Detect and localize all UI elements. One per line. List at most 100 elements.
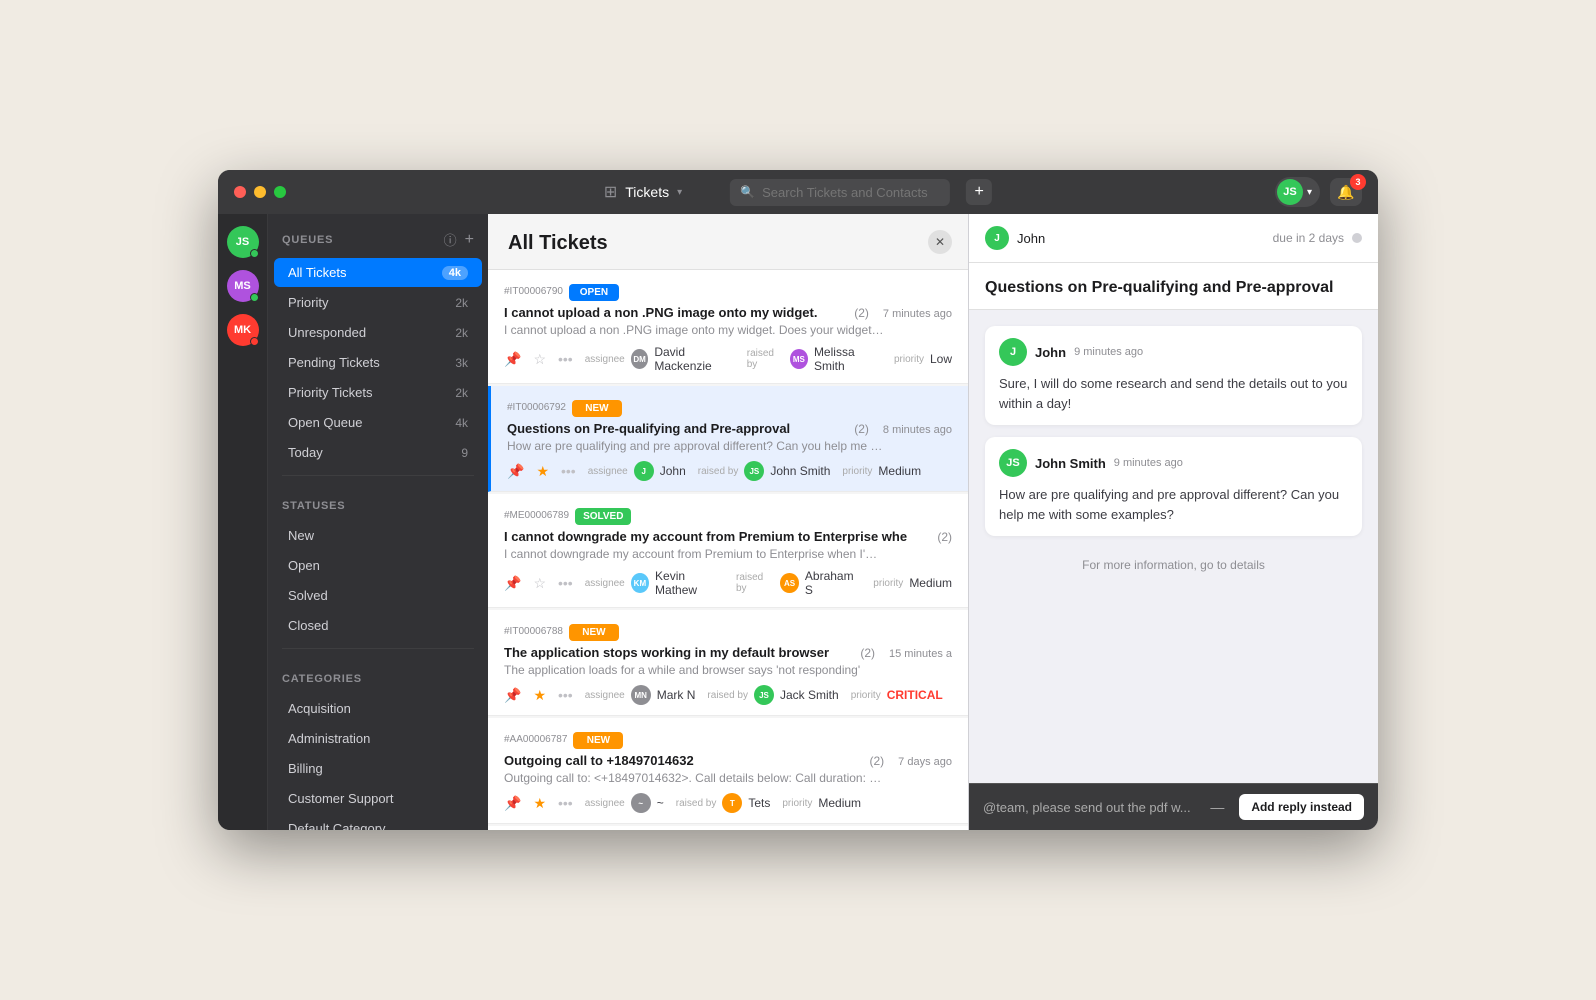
sidebar-item-billing[interactable]: Billing <box>274 754 482 783</box>
titlebar-center: ⊞ Tickets ▾ 🔍 + <box>604 179 992 206</box>
pin-button[interactable]: 📌 <box>504 575 521 592</box>
raised-meta: raised by T Tets <box>676 793 771 813</box>
sidebar-item-priority-tickets[interactable]: Priority Tickets 2k <box>274 378 482 407</box>
message-time: 9 minutes ago <box>1074 346 1143 358</box>
categories-label: CATEGORIES <box>282 673 362 685</box>
raised-meta: raised by JS Jack Smith <box>707 685 838 705</box>
priority-value: Medium <box>818 796 861 810</box>
sidebar-item-default-category[interactable]: Default Category <box>274 814 482 830</box>
sidebar-item-solved[interactable]: Solved <box>274 581 482 610</box>
reply-input[interactable]: @team, please send out the pdf w... <box>983 800 1195 815</box>
star-button[interactable]: ★ <box>536 463 549 480</box>
agent-avatar-js[interactable]: JS <box>227 226 259 258</box>
ticket-subject-row: Outgoing call to +18497014632 (2) 7 days… <box>504 753 952 768</box>
ticket-subject-row: The application stops working in my defa… <box>504 645 952 660</box>
ticket-card[interactable]: #IT00006788 NEW The application stops wo… <box>488 610 968 716</box>
agent-avatar-mk[interactable]: MK <box>227 314 259 346</box>
traffic-lights <box>234 186 286 198</box>
conversation-body: J John 9 minutes ago Sure, I will do som… <box>969 310 1378 783</box>
more-info-text: For more information, go to details <box>1082 558 1265 572</box>
sidebar-item-unresponded[interactable]: Unresponded 2k <box>274 318 482 347</box>
priority-value-critical: CRITICAL <box>887 688 943 702</box>
sidebar-item-pending[interactable]: Pending Tickets 3k <box>274 348 482 377</box>
star-button[interactable]: ☆ <box>533 351 546 368</box>
user-avatar-btn[interactable]: JS ▾ <box>1275 177 1320 207</box>
maximize-button[interactable] <box>274 186 286 198</box>
priority-meta: priority Medium <box>873 576 952 590</box>
ticket-content: Questions on Pre-qualifying and Pre-appr… <box>507 421 952 453</box>
add-reply-button[interactable]: Add reply instead <box>1239 794 1364 820</box>
more-button[interactable]: ••• <box>558 351 573 367</box>
raised-label: raised by <box>707 690 748 701</box>
ticket-subject-row: I cannot downgrade my account from Premi… <box>504 529 952 544</box>
queues-section-header: QUEUES ⓘ + <box>268 214 488 257</box>
raised-meta: raised by AS Abraham S <box>736 569 861 597</box>
raised-name: Melissa Smith <box>814 345 882 373</box>
sidebar-item-open[interactable]: Open <box>274 551 482 580</box>
due-container: due in 2 days <box>1273 231 1362 245</box>
ticket-meta: 📌 ☆ ••• assignee DM David Mackenzie rais… <box>504 345 952 373</box>
more-button[interactable]: ••• <box>558 575 573 591</box>
statuses-label: STATUSES <box>282 500 345 512</box>
priority-meta: priority Medium <box>782 796 861 810</box>
ticket-id: #IT00006788 <box>504 626 563 637</box>
more-button[interactable]: ••• <box>558 795 573 811</box>
assignee-avatar: MN <box>631 685 651 705</box>
ticket-card[interactable]: #IT00006790 OPEN I cannot upload a non .… <box>488 270 968 384</box>
sidebar-item-customer-support[interactable]: Customer Support <box>274 784 482 813</box>
sidebar-item-priority[interactable]: Priority 2k <box>274 288 482 317</box>
more-button[interactable]: ••• <box>558 687 573 703</box>
assignee-meta: assignee J John <box>588 461 686 481</box>
add-button[interactable]: + <box>966 179 992 205</box>
pin-button[interactable]: 📌 <box>504 351 521 368</box>
ticket-status-badge: SOLVED <box>575 508 631 525</box>
sidebar-item-acquisition[interactable]: Acquisition <box>274 694 482 723</box>
sidebar-item-all-tickets[interactable]: All Tickets 4k <box>274 258 482 287</box>
raised-meta: raised by MS Melissa Smith <box>747 345 882 373</box>
ticket-meta: 📌 ☆ ••• assignee KM Kevin Mathew raised … <box>504 569 952 597</box>
raised-label: raised by <box>736 572 774 594</box>
message-text: How are pre qualifying and pre approval … <box>999 485 1348 524</box>
star-button[interactable]: ★ <box>533 687 546 704</box>
message-avatar: JS <box>999 449 1027 477</box>
pin-button[interactable]: 📌 <box>504 687 521 704</box>
new-status-label: New <box>288 528 314 543</box>
ticket-status-badge: OPEN <box>569 284 619 301</box>
sidebar-item-closed[interactable]: Closed <box>274 611 482 640</box>
raised-name: Abraham S <box>805 569 861 597</box>
all-tickets-badge: 4k <box>442 266 468 280</box>
minimize-reply-button[interactable]: — <box>1205 795 1229 819</box>
add-queue-button[interactable]: + <box>465 231 474 249</box>
ticket-meta: 📌 ★ ••• assignee J John raised by JS Joh… <box>507 461 952 481</box>
sidebar-item-today[interactable]: Today 9 <box>274 438 482 467</box>
notifications-button[interactable]: 🔔 3 <box>1330 178 1362 206</box>
priority-label: priority <box>894 354 924 365</box>
star-button[interactable]: ★ <box>533 795 546 812</box>
message-bubble: J John 9 minutes ago Sure, I will do som… <box>985 326 1362 425</box>
offline-indicator <box>250 337 259 346</box>
sidebar-item-new[interactable]: New <box>274 521 482 550</box>
ticket-card[interactable]: #AA00006787 NEW Outgoing call to +184970… <box>488 718 968 824</box>
status-dot <box>1352 233 1362 243</box>
ticket-card-top: I cannot downgrade my account from Premi… <box>504 529 952 561</box>
ticket-card[interactable]: #AA00006786 NEW Incoming call from +1949… <box>488 826 968 830</box>
star-button[interactable]: ☆ <box>533 575 546 592</box>
sidebar-item-administration[interactable]: Administration <box>274 724 482 753</box>
sidebar-item-open-queue[interactable]: Open Queue 4k <box>274 408 482 437</box>
assignee-avatar: KM <box>631 573 649 593</box>
ticket-subject-row: I cannot upload a non .PNG image onto my… <box>504 305 952 320</box>
agent-avatar-ms[interactable]: MS <box>227 270 259 302</box>
search-input[interactable] <box>730 179 950 206</box>
priority-label: priority <box>851 690 881 701</box>
close-panel-button[interactable]: ✕ <box>928 230 952 254</box>
ticket-card[interactable]: #IT00006792 NEW Questions on Pre-qualify… <box>488 386 968 492</box>
close-button[interactable] <box>234 186 246 198</box>
online-indicator <box>250 249 259 258</box>
minimize-button[interactable] <box>254 186 266 198</box>
pin-button[interactable]: 📌 <box>504 795 521 812</box>
ticket-id: #IT00006792 <box>507 402 566 413</box>
pin-button[interactable]: 📌 <box>507 463 524 480</box>
more-info-link[interactable]: For more information, go to details <box>985 548 1362 582</box>
ticket-card[interactable]: #ME00006789 SOLVED I cannot downgrade my… <box>488 494 968 608</box>
more-button[interactable]: ••• <box>561 463 576 479</box>
